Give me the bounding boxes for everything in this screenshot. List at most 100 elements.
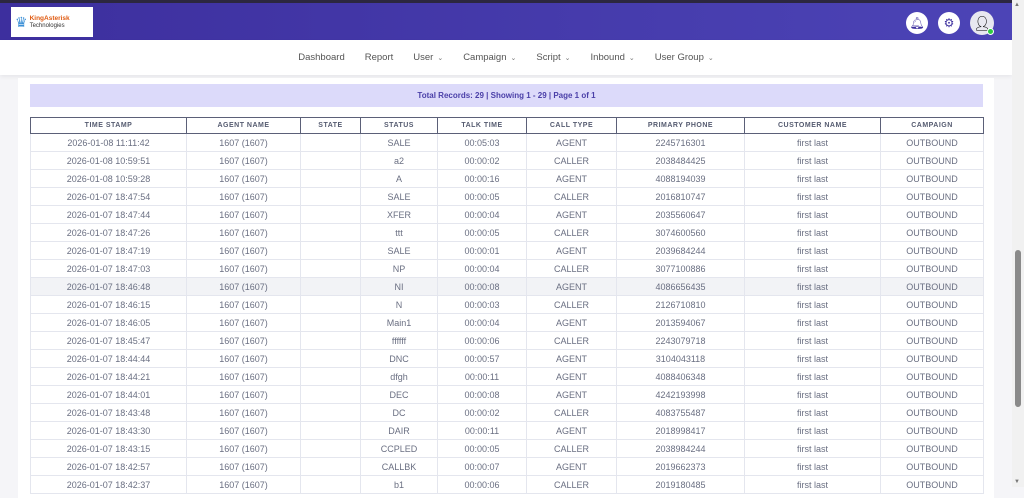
table-cell: 1607 (1607) [186,457,301,476]
crown-icon: ♛ [15,14,28,30]
table-cell: first last [744,349,881,368]
scrollbar-thumb[interactable] [1015,250,1021,407]
table-cell: first last [744,403,881,422]
table-cell [300,421,361,440]
table-cell: AGENT [526,133,617,152]
user-avatar[interactable]: 👤︎ [970,11,994,35]
column-header[interactable]: AGENT NAME [186,117,301,134]
nav-item-report[interactable]: Report [365,52,394,63]
table-cell: DEC [360,385,438,404]
table-cell [300,241,361,260]
nav-item-script[interactable]: Script ⌄ [536,52,570,63]
table-cell: 2243079718 [616,331,745,350]
table-cell: CALLER [526,331,617,350]
table-cell: CALLER [526,259,617,278]
table-cell: 1607 (1607) [186,241,301,260]
column-header[interactable]: CUSTOMER NAME [744,117,881,134]
table-cell: OUTBOUND [880,385,984,404]
table-cell: AGENT [526,277,617,296]
logo[interactable]: ♛ KingAsterisk Technologies [11,7,93,37]
page-scrollbar[interactable]: ▲ ▼ [1012,0,1024,487]
table-cell: OUTBOUND [880,475,984,494]
table-cell [300,259,361,278]
settings-gear-icon[interactable]: ⚙ [938,12,960,34]
table-cell: 2039684244 [616,241,745,260]
column-header[interactable]: TIME STAMP [30,117,187,134]
report-card: Total Records: 29 | Showing 1 - 29 | Pag… [18,78,994,498]
nav-item-user-group[interactable]: User Group ⌄ [655,52,714,63]
table-cell: 2026-01-07 18:46:48 [30,277,187,296]
table-cell: N [360,295,438,314]
scroll-up-arrow-icon[interactable]: ▲ [1014,2,1020,8]
call-report-table: TIME STAMP AGENT NAME STATE STATUS TALK TIME… [30,117,984,494]
table-cell: 1607 (1607) [186,169,301,188]
column-header[interactable]: PRIMARY PHONE [616,117,745,134]
table-cell: first last [744,313,881,332]
nav-item-campaign[interactable]: Campaign ⌄ [463,52,516,63]
table-cell: first last [744,169,881,188]
table-cell: first last [744,259,881,278]
table-cell: 00:00:04 [437,259,527,278]
table-cell: DAIR [360,421,438,440]
table-cell: 00:00:08 [437,277,527,296]
column-header[interactable]: TALK TIME [437,117,527,134]
table-cell: 2026-01-07 18:43:30 [30,421,187,440]
records-summary: Total Records: 29 | Showing 1 - 29 | Pag… [30,84,983,107]
nav-label: User Group [654,52,704,63]
table-cell: 3074600560 [616,223,745,242]
table-cell: 1607 (1607) [186,421,301,440]
table-cell: first last [744,439,881,458]
table-row: 2026-01-08 10:59:28 1607 (1607) A 00:00:16 A… [30,169,984,188]
table-row: 2026-01-07 18:44:44 1607 (1607) DNC 00:00:5… [30,349,984,368]
table-cell [300,169,361,188]
table-cell: OUTBOUND [880,403,984,422]
table-cell: 00:00:02 [437,403,527,422]
nav-item-dashboard[interactable]: Dashboard [298,52,344,63]
table-row: 2026-01-07 18:46:15 1607 (1607) N 00:00:03 C… [30,295,984,314]
table-cell: 00:05:03 [437,133,527,152]
table-cell: 3104043118 [616,349,745,368]
table-cell: 4242193998 [616,385,745,404]
table-cell: first last [744,151,881,170]
table-cell: 00:00:06 [437,331,527,350]
table-cell: 4086656435 [616,277,745,296]
table-cell: 1607 (1607) [186,439,301,458]
logo-brand: KingAsterisk [29,14,70,22]
table-row: 2026-01-07 18:44:01 1607 (1607) DEC 00:00:0… [30,385,984,404]
table-row: 2026-01-07 18:42:37 1607 (1607) b1 00:00:06… [30,475,984,494]
table-cell: 2026-01-07 18:46:05 [30,313,187,332]
table-row: 2026-01-08 11:11:42 1607 (1607) SALE 00:05:… [30,133,984,152]
table-cell: 2026-01-07 18:46:15 [30,295,187,314]
column-header[interactable]: STATUS [360,117,438,134]
table-cell: first last [744,187,881,206]
table-cell: 2026-01-07 18:45:47 [30,331,187,350]
table-row: 2026-01-07 18:46:48 1607 (1607) NI 00:00:08… [30,277,984,296]
table-row: 2026-01-07 18:46:05 1607 (1607) Main1 00:00… [30,313,984,332]
table-cell: 2019180485 [616,475,745,494]
nav-item-user[interactable]: User ⌄ [413,52,443,63]
column-header[interactable]: CALL TYPE [526,117,617,134]
nav-item-inbound[interactable]: Inbound ⌄ [591,52,635,63]
table-row: 2026-01-07 18:47:54 1607 (1607) SALE 00:00:… [30,187,984,206]
table-row: 2026-01-07 18:42:57 1607 (1607) CALLBK 00:0… [30,457,984,476]
column-header[interactable]: STATE [300,117,361,134]
table-cell: 2026-01-07 18:47:03 [30,259,187,278]
nav-label: Script [536,52,561,63]
table-cell: OUTBOUND [880,439,984,458]
table-cell [300,313,361,332]
column-header[interactable]: CAMPAIGN [880,117,984,134]
table-cell: a2 [360,151,438,170]
table-row: 2026-01-07 18:47:03 1607 (1607) NP 00:00:04… [30,259,984,278]
table-cell: OUTBOUND [880,259,984,278]
table-cell: OUTBOUND [880,223,984,242]
table-cell: 2026-01-08 11:11:42 [30,133,187,152]
table-cell: OUTBOUND [880,241,984,260]
nav-label: User [413,52,434,63]
table-cell: first last [744,277,881,296]
notification-bell-icon[interactable]: 🔔︎ [906,12,928,34]
table-cell: first last [744,457,881,476]
scroll-down-arrow-icon[interactable]: ▼ [1014,479,1020,485]
table-cell: OUTBOUND [880,313,984,332]
table-cell [300,475,361,494]
table-cell: 1607 (1607) [186,403,301,422]
